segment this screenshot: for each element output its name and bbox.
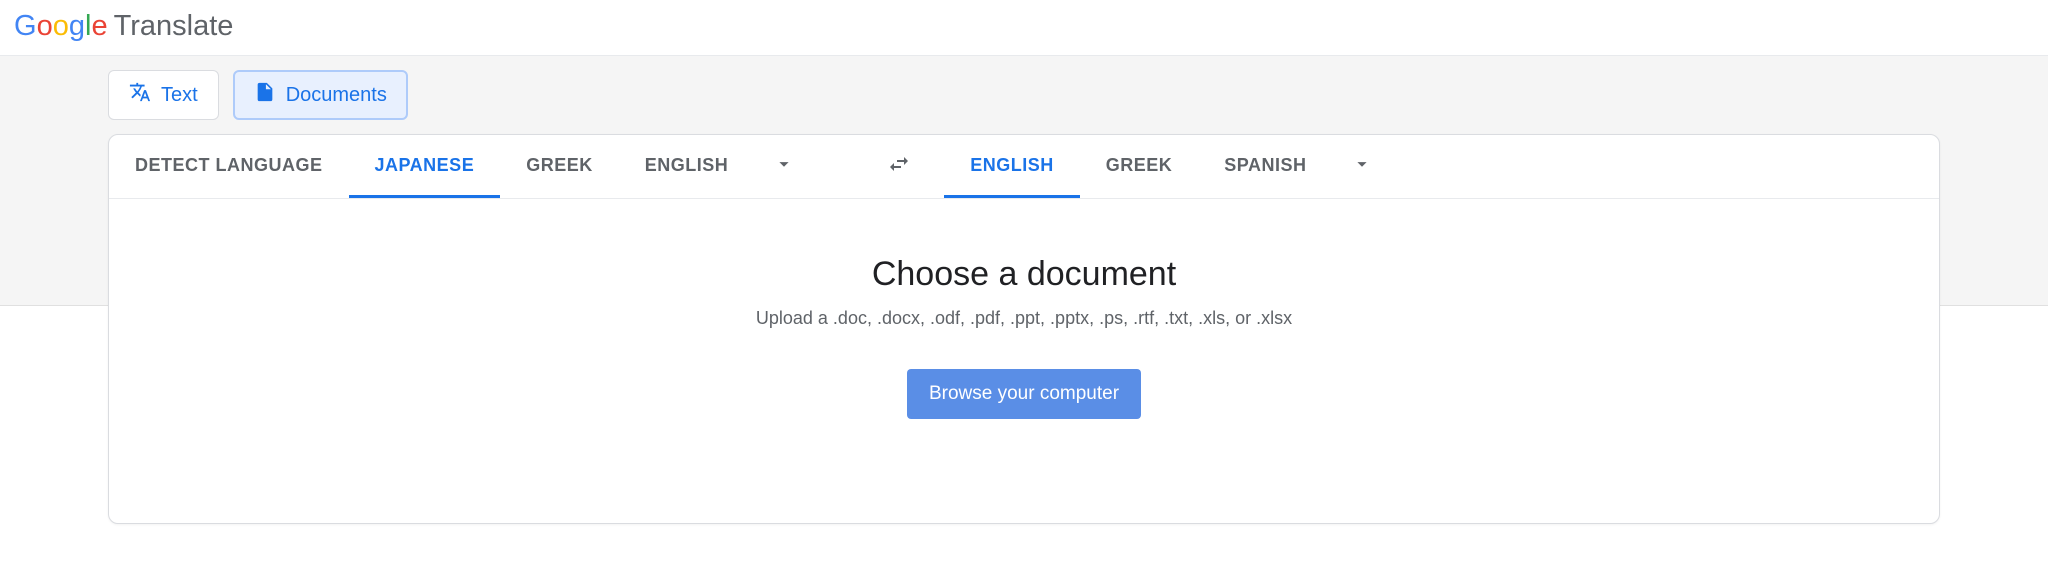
- document-icon: [254, 81, 276, 109]
- document-upload-area: Choose a document Upload a .doc, .docx, …: [109, 199, 1939, 459]
- product-name: Translate: [114, 10, 234, 43]
- target-lang-english[interactable]: ENGLISH: [944, 135, 1080, 198]
- source-more-languages[interactable]: [754, 135, 814, 198]
- target-languages: ENGLISH GREEK SPANISH: [944, 135, 1392, 198]
- source-languages: DETECT LANGUAGE JAPANESE GREEK ENGLISH: [109, 135, 814, 198]
- logo-letter: g: [69, 10, 85, 42]
- logo[interactable]: Google Translate: [14, 10, 2034, 43]
- spacer: [814, 135, 854, 198]
- main-card: DETECT LANGUAGE JAPANESE GREEK ENGLISH E…: [108, 134, 1940, 524]
- swap-icon: [887, 152, 911, 181]
- google-logo: Google: [14, 10, 108, 43]
- upload-subtitle: Upload a .doc, .docx, .odf, .pdf, .ppt, …: [756, 308, 1292, 329]
- logo-letter: e: [91, 10, 107, 42]
- swap-languages-button[interactable]: [854, 135, 944, 198]
- mode-tabs: Text Documents: [0, 70, 2048, 120]
- app-header: Google Translate: [0, 0, 2048, 56]
- chevron-down-icon: [1351, 153, 1373, 180]
- language-bar: DETECT LANGUAGE JAPANESE GREEK ENGLISH E…: [109, 135, 1939, 199]
- target-lang-greek[interactable]: GREEK: [1080, 135, 1199, 198]
- tab-text[interactable]: Text: [108, 70, 219, 120]
- logo-letter: o: [37, 10, 53, 42]
- target-more-languages[interactable]: [1332, 135, 1392, 198]
- translate-icon: [129, 81, 151, 109]
- source-detect-language[interactable]: DETECT LANGUAGE: [109, 135, 349, 198]
- logo-letter: o: [53, 10, 69, 42]
- source-lang-greek[interactable]: GREEK: [500, 135, 619, 198]
- toolbar-area: Text Documents DETECT LANGUAGE JAPANESE …: [0, 56, 2048, 306]
- browse-computer-button[interactable]: Browse your computer: [907, 369, 1141, 419]
- upload-title: Choose a document: [872, 255, 1176, 294]
- tab-text-label: Text: [161, 84, 198, 107]
- tab-documents-label: Documents: [286, 84, 387, 107]
- chevron-down-icon: [773, 153, 795, 180]
- source-lang-japanese[interactable]: JAPANESE: [349, 135, 501, 198]
- target-lang-spanish[interactable]: SPANISH: [1198, 135, 1332, 198]
- tab-documents[interactable]: Documents: [233, 70, 408, 120]
- logo-letter: G: [14, 10, 37, 42]
- source-lang-english[interactable]: ENGLISH: [619, 135, 755, 198]
